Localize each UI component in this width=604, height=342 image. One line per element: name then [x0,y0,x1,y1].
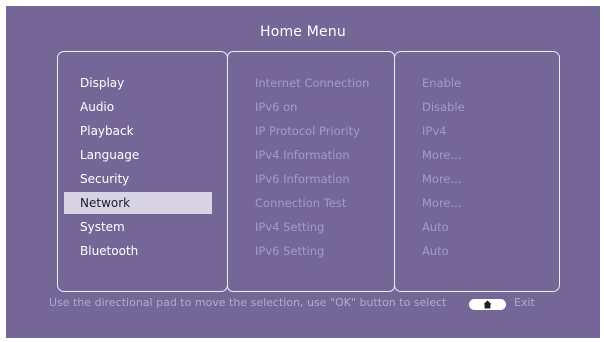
setting-internet-connection[interactable]: Internet Connection [255,72,369,94]
value-ipv6-information[interactable]: More... [422,168,461,190]
home-menu-screen: Home Menu Display Audio Playback Languag… [6,6,600,338]
menu-item-system[interactable]: System [64,216,212,238]
home-button[interactable] [469,299,506,310]
setting-ipv6-on[interactable]: IPv6 on [255,96,297,118]
value-ipv6-setting[interactable]: Auto [422,240,449,262]
setting-ipv4-setting[interactable]: IPv4 Setting [255,216,324,238]
value-internet-connection[interactable]: Enable [422,72,461,94]
menu-item-playback[interactable]: Playback [64,120,212,142]
exit-label: Exit [514,296,535,309]
value-ipv4-information[interactable]: More... [422,144,461,166]
setting-ipv4-information[interactable]: IPv4 Information [255,144,350,166]
value-ip-protocol-priority[interactable]: IPv4 [422,120,446,142]
menu-panel: Display Audio Playback Language Security… [57,51,228,292]
setting-connection-test[interactable]: Connection Test [255,192,346,214]
screen-title: Home Menu [259,24,347,40]
navigation-hint: Use the directional pad to move the sele… [49,296,447,309]
menu-item-audio[interactable]: Audio [64,96,212,118]
value-ipv6-on[interactable]: Disable [422,96,465,118]
menu-item-language[interactable]: Language [64,144,212,166]
values-panel: Enable Disable IPv4 More... More... More… [394,51,560,292]
setting-ip-protocol-priority[interactable]: IP Protocol Priority [255,120,360,142]
setting-ipv6-setting[interactable]: IPv6 Setting [255,240,324,262]
menu-item-network[interactable]: Network [64,192,212,214]
value-ipv4-setting[interactable]: Auto [422,216,449,238]
value-connection-test[interactable]: More... [422,192,461,214]
settings-panel: Internet Connection IPv6 on IP Protocol … [227,51,395,292]
menu-item-display[interactable]: Display [64,72,212,94]
menu-item-bluetooth[interactable]: Bluetooth [64,240,212,262]
home-icon [483,300,492,309]
setting-ipv6-information[interactable]: IPv6 Information [255,168,350,190]
menu-item-security[interactable]: Security [64,168,212,190]
